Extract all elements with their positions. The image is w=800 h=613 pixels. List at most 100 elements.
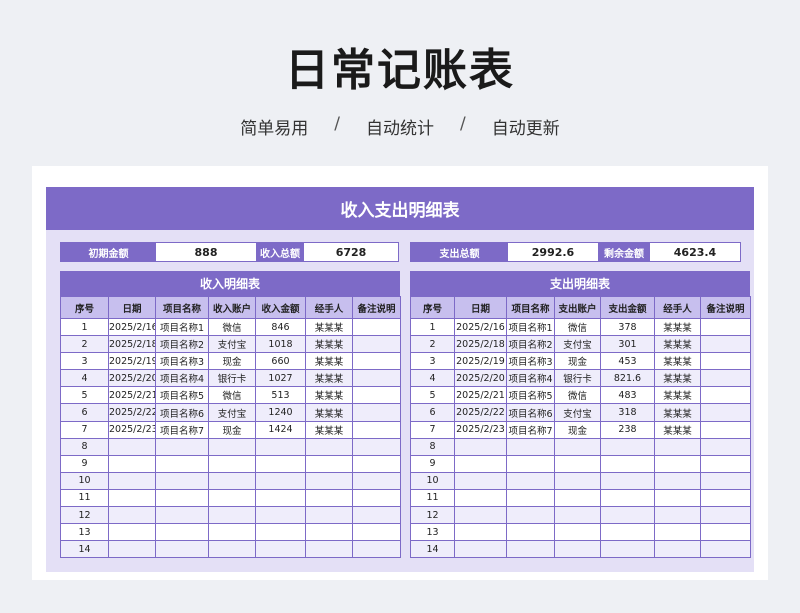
income-cell[interactable]: 513 (255, 386, 306, 405)
expense-cell[interactable]: 某某某 (654, 369, 701, 388)
expense-column-header[interactable]: 项目名称 (506, 296, 555, 319)
income-cell[interactable]: 1027 (255, 369, 306, 388)
income-cell[interactable] (352, 437, 401, 456)
expense-cell[interactable]: 2025/2/21 (454, 386, 507, 405)
expense-cell[interactable] (454, 454, 507, 473)
expense-cell[interactable]: 9 (410, 454, 455, 473)
expense-cell[interactable] (654, 488, 701, 508)
expense-cell[interactable]: 4 (410, 369, 455, 388)
expense-cell[interactable]: 2025/2/19 (454, 352, 507, 371)
income-cell[interactable] (305, 488, 353, 508)
expense-cell[interactable]: 银行卡 (554, 369, 601, 388)
expense-cell[interactable] (600, 454, 655, 473)
income-cell[interactable]: 6 (60, 403, 109, 422)
income-cell[interactable] (352, 506, 401, 525)
income-cell[interactable] (108, 523, 156, 542)
expense-column-header[interactable]: 备注说明 (700, 296, 751, 319)
initial-amount-value[interactable]: 888 (156, 243, 256, 261)
income-cell[interactable]: 8 (60, 437, 109, 456)
income-cell[interactable] (352, 454, 401, 473)
expense-cell[interactable] (654, 523, 701, 542)
expense-cell[interactable] (554, 454, 601, 473)
expense-cell[interactable]: 项目名称6 (506, 403, 555, 422)
expense-cell[interactable] (654, 540, 701, 559)
expense-cell[interactable] (600, 437, 655, 456)
income-cell[interactable] (155, 471, 209, 490)
expense-cell[interactable]: 现金 (554, 420, 601, 439)
income-cell[interactable] (352, 352, 401, 371)
income-cell[interactable] (108, 488, 156, 508)
expense-cell[interactable] (700, 369, 751, 388)
expense-cell[interactable] (600, 540, 655, 559)
income-cell[interactable] (108, 540, 156, 559)
income-cell[interactable]: 846 (255, 317, 306, 337)
income-column-header[interactable]: 备注说明 (352, 296, 401, 319)
expense-cell[interactable] (454, 506, 507, 525)
income-cell[interactable] (305, 437, 353, 456)
expense-cell[interactable] (654, 506, 701, 525)
income-cell[interactable]: 项目名称5 (155, 386, 209, 405)
income-cell[interactable] (155, 523, 209, 542)
expense-cell[interactable]: 某某某 (654, 420, 701, 439)
income-cell[interactable] (155, 540, 209, 559)
expense-cell[interactable]: 5 (410, 386, 455, 405)
income-cell[interactable]: 2025/2/16 (108, 317, 156, 337)
expense-cell[interactable]: 2025/2/18 (454, 335, 507, 354)
income-cell[interactable]: 1424 (255, 420, 306, 439)
expense-cell[interactable]: 项目名称1 (506, 317, 555, 337)
income-cell[interactable] (305, 454, 353, 473)
expense-cell[interactable] (454, 488, 507, 508)
income-cell[interactable]: 2025/2/23 (108, 420, 156, 439)
expense-column-header[interactable]: 序号 (410, 296, 455, 319)
expense-cell[interactable] (700, 403, 751, 422)
expense-cell[interactable]: 453 (600, 352, 655, 371)
expense-cell[interactable]: 项目名称7 (506, 420, 555, 439)
income-cell[interactable]: 某某某 (305, 386, 353, 405)
income-cell[interactable]: 某某某 (305, 317, 353, 337)
income-cell[interactable]: 某某某 (305, 335, 353, 354)
income-cell[interactable] (305, 471, 353, 490)
income-cell[interactable]: 11 (60, 488, 109, 508)
expense-cell[interactable] (654, 471, 701, 490)
income-cell[interactable]: 微信 (208, 386, 256, 405)
expense-cell[interactable]: 318 (600, 403, 655, 422)
income-cell[interactable]: 项目名称2 (155, 335, 209, 354)
expense-cell[interactable]: 项目名称2 (506, 335, 555, 354)
expense-cell[interactable] (454, 523, 507, 542)
income-cell[interactable] (155, 437, 209, 456)
expense-cell[interactable] (700, 454, 751, 473)
income-cell[interactable]: 银行卡 (208, 369, 256, 388)
income-cell[interactable] (352, 335, 401, 354)
income-cell[interactable]: 项目名称6 (155, 403, 209, 422)
income-cell[interactable] (352, 471, 401, 490)
expense-cell[interactable] (600, 471, 655, 490)
income-cell[interactable]: 1240 (255, 403, 306, 422)
income-cell[interactable]: 13 (60, 523, 109, 542)
income-cell[interactable]: 2025/2/18 (108, 335, 156, 354)
expense-cell[interactable] (700, 540, 751, 559)
income-cell[interactable]: 14 (60, 540, 109, 559)
income-cell[interactable]: 5 (60, 386, 109, 405)
income-cell[interactable]: 项目名称3 (155, 352, 209, 371)
expense-cell[interactable]: 项目名称4 (506, 369, 555, 388)
expense-cell[interactable] (700, 523, 751, 542)
income-cell[interactable]: 10 (60, 471, 109, 490)
income-cell[interactable]: 2025/2/21 (108, 386, 156, 405)
income-cell[interactable]: 微信 (208, 317, 256, 337)
income-cell[interactable]: 12 (60, 506, 109, 525)
expense-column-header[interactable]: 支出账户 (554, 296, 601, 319)
expense-cell[interactable] (600, 523, 655, 542)
expense-cell[interactable] (700, 506, 751, 525)
expense-cell[interactable] (700, 488, 751, 508)
expense-cell[interactable]: 238 (600, 420, 655, 439)
income-cell[interactable]: 2 (60, 335, 109, 354)
income-cell[interactable]: 某某某 (305, 369, 353, 388)
expense-cell[interactable] (700, 437, 751, 456)
expense-cell[interactable]: 某某某 (654, 386, 701, 405)
expense-column-header[interactable]: 支出金额 (600, 296, 655, 319)
expense-cell[interactable]: 821.6 (600, 369, 655, 388)
income-column-header[interactable]: 项目名称 (155, 296, 209, 319)
income-cell[interactable] (108, 471, 156, 490)
income-cell[interactable]: 项目名称1 (155, 317, 209, 337)
income-column-header[interactable]: 收入账户 (208, 296, 256, 319)
